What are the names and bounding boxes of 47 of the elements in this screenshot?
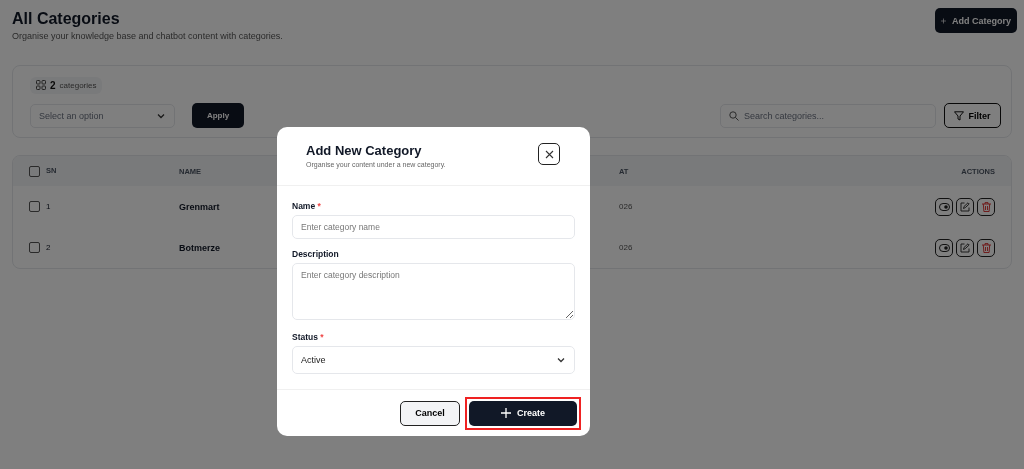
field-label: Description [292,249,339,259]
field-label: Status [292,332,318,342]
close-icon [544,149,554,159]
search-icon [729,110,739,121]
toggle-button[interactable] [935,238,953,257]
required-mark: * [317,201,321,211]
edit-button[interactable] [956,238,974,257]
grid-icon [36,80,46,90]
delete-button[interactable] [977,238,995,257]
select-all-checkbox[interactable] [29,165,40,177]
apply-button[interactable]: Apply [192,103,244,128]
table-cell: Botmerze [179,242,220,253]
filter-icon [954,110,965,121]
page-subtitle: Organise your knowledge base and chatbot content with categories. [12,31,283,41]
create-button[interactable]: Create [469,400,577,426]
table-cell: 026 [619,202,633,211]
dialog-title: Add New Category [306,143,423,158]
trash-icon [981,201,991,212]
toggle-icon [938,202,950,211]
row-checkbox[interactable] [29,242,40,253]
name-input[interactable]: Enter category name [292,215,575,239]
table-cell: 2 [46,242,51,252]
required-mark: * [320,332,324,342]
description-textarea[interactable]: Enter category description [292,263,575,320]
plus-icon [501,408,511,418]
add-category-button[interactable]: Add Category [935,8,1017,33]
option-select[interactable]: Select an option [30,103,175,128]
filter-button[interactable]: Filter [944,103,1001,128]
toggle-button[interactable] [935,197,953,216]
field-label: Name [292,201,316,211]
row-checkbox[interactable] [29,201,40,212]
trash-icon [981,242,991,253]
status-select[interactable]: Active [292,346,575,374]
page-title: All Categories [12,10,121,28]
table-cell: Grenmart [179,201,220,212]
count-badge: 2 categories [30,76,103,94]
edit-button[interactable] [956,197,974,216]
edit-icon [960,242,970,253]
search-field[interactable]: Search categories... [720,103,936,128]
table-cell: 1 [46,201,51,211]
cancel-button[interactable]: Cancel [400,400,460,426]
table-cell: 026 [619,243,633,252]
toggle-icon [938,243,950,252]
chevron-down-icon [556,355,566,365]
delete-button[interactable] [977,197,995,216]
close-button[interactable] [538,143,560,165]
edit-icon [960,201,970,212]
